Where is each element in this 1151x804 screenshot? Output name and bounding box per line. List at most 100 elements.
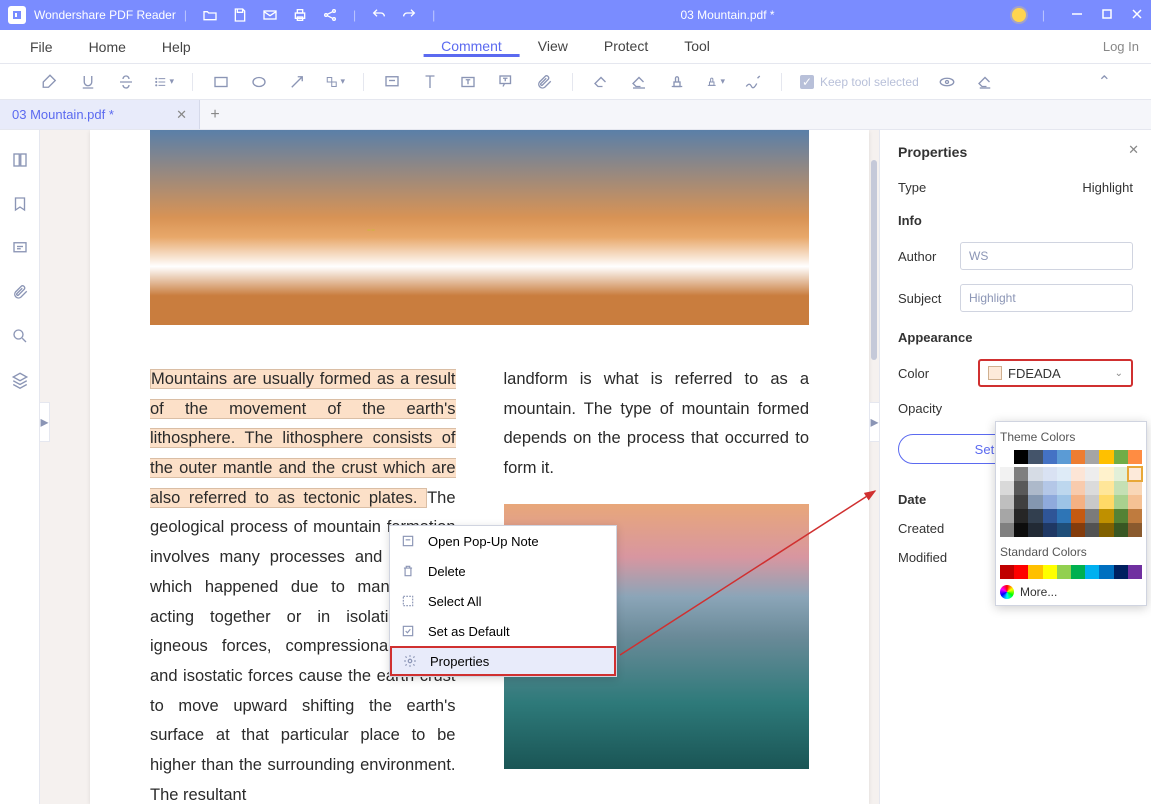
textbox-tool-icon[interactable]	[458, 72, 478, 92]
keep-tool-selected-toggle[interactable]: ✓ Keep tool selected	[800, 75, 919, 89]
mail-icon[interactable]	[259, 4, 281, 26]
color-swatch-cell[interactable]	[1099, 481, 1113, 495]
stamp3-tool-icon[interactable]: ▾	[705, 72, 725, 92]
color-swatch-cell[interactable]	[1114, 509, 1128, 523]
minimize-icon[interactable]	[1071, 8, 1083, 23]
oval-tool-icon[interactable]	[249, 72, 269, 92]
folder-icon[interactable]	[199, 4, 221, 26]
color-swatch-cell[interactable]	[1014, 523, 1028, 537]
color-swatch-cell[interactable]	[1057, 450, 1071, 464]
menu-home[interactable]: Home	[71, 30, 144, 63]
color-swatch-cell[interactable]	[1114, 565, 1128, 579]
color-swatch-cell[interactable]	[1043, 467, 1057, 481]
menu-view[interactable]: View	[520, 38, 586, 54]
thumbnails-icon[interactable]	[10, 150, 30, 170]
cm-properties[interactable]: Properties	[390, 646, 616, 676]
color-swatch-cell[interactable]	[1114, 450, 1128, 464]
color-swatch-cell[interactable]	[1028, 467, 1042, 481]
color-swatch-cell[interactable]	[1114, 523, 1128, 537]
color-swatch-cell[interactable]	[1000, 523, 1014, 537]
search-icon[interactable]	[10, 326, 30, 346]
color-swatch-cell[interactable]	[1014, 565, 1028, 579]
print-icon[interactable]	[289, 4, 311, 26]
color-swatch-cell[interactable]	[1128, 450, 1142, 464]
color-swatch-cell[interactable]	[1014, 495, 1028, 509]
eye-tool-icon[interactable]	[937, 72, 957, 92]
menu-tool[interactable]: Tool	[666, 38, 728, 54]
menu-help[interactable]: Help	[144, 30, 209, 63]
maximize-icon[interactable]	[1101, 8, 1113, 23]
more-colors-button[interactable]: More...	[1000, 585, 1142, 599]
color-swatch-cell[interactable]	[1043, 509, 1057, 523]
color-swatch-cell[interactable]	[1085, 450, 1099, 464]
subject-input[interactable]	[960, 284, 1133, 312]
stamp2-tool-icon[interactable]	[667, 72, 687, 92]
add-tab-icon[interactable]: +	[200, 106, 230, 124]
color-swatch-cell[interactable]	[1071, 565, 1085, 579]
comments-icon[interactable]	[10, 238, 30, 258]
color-swatch-cell[interactable]	[1099, 509, 1113, 523]
color-swatch-cell[interactable]	[1085, 523, 1099, 537]
color-swatch-cell[interactable]	[1043, 495, 1057, 509]
stamp-tool-icon[interactable]	[629, 72, 649, 92]
color-swatch-cell[interactable]	[1085, 565, 1099, 579]
color-swatch-cell[interactable]	[1028, 495, 1042, 509]
eraser-tool-icon[interactable]	[591, 72, 611, 92]
color-swatch-cell[interactable]	[1028, 481, 1042, 495]
color-swatch-cell[interactable]	[1028, 450, 1042, 464]
text-tool-icon[interactable]	[420, 72, 440, 92]
attachment-tool-icon[interactable]	[534, 72, 554, 92]
redo-icon[interactable]	[398, 4, 420, 26]
color-swatch-cell[interactable]	[1071, 509, 1085, 523]
color-swatch-cell[interactable]	[1028, 565, 1042, 579]
author-input[interactable]	[960, 242, 1133, 270]
bookmarks-icon[interactable]	[10, 194, 30, 214]
tab-document[interactable]: 03 Mountain.pdf * ✕	[0, 100, 200, 129]
color-swatch-cell[interactable]	[1014, 509, 1028, 523]
color-swatch-cell[interactable]	[1000, 509, 1014, 523]
close-icon[interactable]	[1131, 8, 1143, 23]
expand-left-handle[interactable]: ▸	[40, 402, 50, 442]
color-swatch-cell[interactable]	[1099, 565, 1113, 579]
color-swatch-cell[interactable]	[1000, 481, 1014, 495]
color-swatch-cell[interactable]	[1114, 467, 1128, 481]
arrow-tool-icon[interactable]	[287, 72, 307, 92]
color-swatch-cell[interactable]	[1000, 467, 1014, 481]
color-swatch-cell[interactable]	[1128, 565, 1142, 579]
color-select[interactable]: FDEADA ⌄	[978, 359, 1133, 387]
strikethrough-tool-icon[interactable]	[116, 72, 136, 92]
highlight-tool-icon[interactable]	[40, 72, 60, 92]
menu-protect[interactable]: Protect	[586, 38, 666, 54]
rectangle-tool-icon[interactable]	[211, 72, 231, 92]
attachments-icon[interactable]	[10, 282, 30, 302]
color-swatch-cell[interactable]	[1099, 467, 1113, 481]
color-swatch-cell[interactable]	[1099, 450, 1113, 464]
menu-comment[interactable]: Comment	[423, 38, 520, 57]
color-swatch-cell[interactable]	[1085, 481, 1099, 495]
list-tool-icon[interactable]: ▾	[154, 72, 174, 92]
color-swatch-cell[interactable]	[1071, 481, 1085, 495]
color-swatch-cell[interactable]	[1000, 495, 1014, 509]
color-swatch-cell[interactable]	[1128, 509, 1142, 523]
signature-tool-icon[interactable]	[743, 72, 763, 92]
color-swatch-cell[interactable]	[1057, 523, 1071, 537]
share-icon[interactable]	[319, 4, 341, 26]
color-swatch-cell[interactable]	[1071, 523, 1085, 537]
color-swatch-cell[interactable]	[1057, 565, 1071, 579]
color-swatch-cell[interactable]	[1085, 509, 1099, 523]
callout-tool-icon[interactable]	[496, 72, 516, 92]
color-swatch-cell[interactable]	[1099, 523, 1113, 537]
cm-select-all[interactable]: Select All	[390, 586, 616, 616]
color-swatch-cell[interactable]	[1128, 495, 1142, 509]
shapes-tool-icon[interactable]: ▾	[325, 72, 345, 92]
color-swatch-cell[interactable]	[1057, 481, 1071, 495]
color-swatch-cell[interactable]	[1128, 467, 1142, 481]
color-swatch-cell[interactable]	[1028, 523, 1042, 537]
color-swatch-cell[interactable]	[1028, 509, 1042, 523]
save-icon[interactable]	[229, 4, 251, 26]
color-swatch-cell[interactable]	[1085, 467, 1099, 481]
color-swatch-cell[interactable]	[1000, 450, 1014, 464]
color-swatch-cell[interactable]	[1014, 467, 1028, 481]
color-swatch-cell[interactable]	[1114, 495, 1128, 509]
color-swatch-cell[interactable]	[1128, 523, 1142, 537]
